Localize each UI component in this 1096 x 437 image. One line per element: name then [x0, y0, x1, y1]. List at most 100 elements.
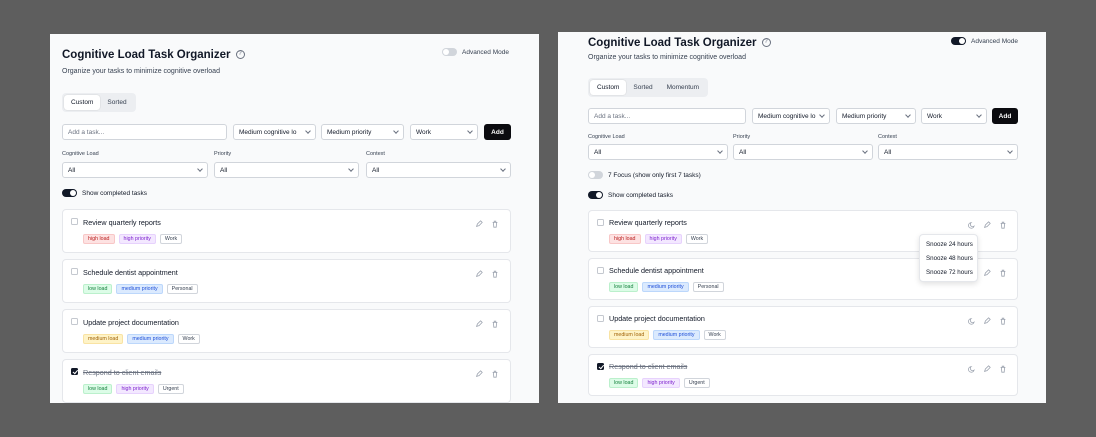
trash-icon[interactable]	[999, 317, 1007, 325]
priority-badge: high priority	[118, 234, 156, 244]
task-checkbox[interactable]	[597, 267, 604, 274]
organizer-panel-basic: Cognitive Load Task Organizer? Organize …	[50, 34, 539, 403]
filter-context-label: Context	[366, 151, 385, 157]
context-badge: Work	[177, 334, 200, 344]
focus-mode-toggle[interactable]	[588, 171, 603, 179]
focus-mode-label: 7 Focus (show only first 7 tasks)	[608, 171, 701, 179]
pencil-icon[interactable]	[983, 221, 991, 229]
trash-icon[interactable]	[491, 270, 499, 278]
help-icon[interactable]: ?	[235, 50, 245, 60]
trash-icon[interactable]	[999, 221, 1007, 229]
task-checkbox[interactable]	[597, 219, 604, 226]
cognitive-load-select[interactable]: Medium cognitive lo	[752, 108, 830, 124]
advanced-mode-label: Advanced Mode	[462, 48, 509, 56]
cognitive-load-select[interactable]: Medium cognitive lo	[233, 124, 316, 140]
task-card: Respond to client emails low load high p…	[588, 354, 1018, 396]
chevron-down-icon	[467, 128, 473, 134]
filter-load-select[interactable]: All	[62, 162, 208, 178]
show-completed-toggle[interactable]	[62, 189, 77, 197]
tab-custom[interactable]: Custom	[590, 80, 627, 95]
task-checkbox[interactable]	[71, 268, 78, 275]
task-checkbox[interactable]	[71, 318, 78, 325]
snooze-72h-option[interactable]: Snooze 72 hours	[920, 265, 977, 279]
chevron-down-icon	[197, 166, 203, 172]
task-title: Update project documentation	[609, 314, 705, 323]
context-badge: Personal	[166, 284, 198, 294]
context-badge: Urgent	[683, 378, 710, 388]
snooze-moon-icon[interactable]	[968, 221, 976, 229]
snooze-48h-option[interactable]: Snooze 48 hours	[920, 251, 977, 265]
snooze-moon-icon[interactable]	[968, 317, 976, 325]
page-subtitle: Organize your tasks to minimize cognitiv…	[62, 68, 220, 75]
task-input[interactable]: Add a task...	[62, 124, 227, 140]
filter-priority-label: Priority	[733, 134, 751, 140]
load-badge: medium load	[83, 334, 124, 344]
task-title: Review quarterly reports	[609, 218, 687, 227]
trash-icon[interactable]	[491, 320, 499, 328]
task-checkbox[interactable]	[597, 315, 604, 322]
snooze-24h-option[interactable]: Snooze 24 hours	[920, 237, 977, 251]
context-badge: Work	[703, 330, 726, 340]
pencil-icon[interactable]	[475, 220, 483, 228]
task-checkbox[interactable]	[597, 363, 604, 370]
filter-priority-label: Priority	[214, 151, 232, 157]
trash-icon[interactable]	[999, 269, 1007, 277]
filter-priority-select[interactable]: All	[733, 144, 873, 160]
task-checkbox[interactable]	[71, 218, 78, 225]
pencil-icon[interactable]	[983, 269, 991, 277]
pencil-icon[interactable]	[475, 320, 483, 328]
snooze-menu: Snooze 24 hours Snooze 48 hours Snooze 7…	[919, 234, 978, 282]
trash-icon[interactable]	[491, 220, 499, 228]
advanced-mode-toggle[interactable]	[442, 48, 457, 56]
pencil-icon[interactable]	[475, 270, 483, 278]
load-badge: medium load	[609, 330, 650, 340]
priority-select[interactable]: Medium priority	[836, 108, 916, 124]
context-select[interactable]: Work	[921, 108, 987, 124]
task-checkbox[interactable]	[71, 368, 78, 375]
advanced-mode-toggle-row: Advanced Mode	[442, 48, 509, 56]
pencil-icon[interactable]	[983, 365, 991, 373]
tab-momentum[interactable]: Momentum	[660, 80, 707, 95]
filter-context-select[interactable]: All	[366, 162, 511, 178]
task-input[interactable]: Add a task...	[588, 108, 746, 124]
context-select[interactable]: Work	[410, 124, 478, 140]
load-badge: low load	[83, 384, 113, 394]
pencil-icon[interactable]	[475, 370, 483, 378]
trash-icon[interactable]	[491, 370, 499, 378]
filter-context-select[interactable]: All	[878, 144, 1018, 160]
snooze-moon-icon[interactable]	[968, 365, 976, 373]
chevron-down-icon	[819, 112, 825, 118]
context-badge: Personal	[692, 282, 724, 292]
filter-priority-select[interactable]: All	[214, 162, 359, 178]
page-subtitle: Organize your tasks to minimize cognitiv…	[588, 54, 746, 61]
add-task-button[interactable]: Add	[484, 124, 511, 140]
chevron-down-icon	[500, 166, 506, 172]
show-completed-toggle[interactable]	[588, 191, 603, 199]
chevron-down-icon	[717, 148, 723, 154]
task-title: Schedule dentist appointment	[609, 266, 704, 275]
advanced-mode-toggle[interactable]	[951, 37, 966, 45]
task-card: Schedule dentist appointment low load me…	[62, 259, 511, 303]
tab-sorted[interactable]: Sorted	[626, 80, 659, 95]
help-icon[interactable]: ?	[761, 38, 771, 48]
priority-badge: high priority	[644, 234, 682, 244]
tab-sorted[interactable]: Sorted	[100, 95, 133, 110]
pencil-icon[interactable]	[983, 317, 991, 325]
page-title: Cognitive Load Task Organizer?	[62, 49, 245, 61]
priority-badge: medium priority	[127, 334, 174, 344]
task-title: Schedule dentist appointment	[83, 268, 178, 277]
context-badge: Work	[159, 234, 183, 244]
add-task-button[interactable]: Add	[992, 108, 1018, 124]
show-completed-row: Show completed tasks	[588, 191, 673, 199]
priority-select[interactable]: Medium priority	[321, 124, 404, 140]
trash-icon[interactable]	[999, 365, 1007, 373]
filter-context-label: Context	[878, 134, 897, 140]
tab-custom[interactable]: Custom	[64, 95, 101, 110]
advanced-mode-toggle-row: Advanced Mode	[951, 37, 1018, 45]
page-title: Cognitive Load Task Organizer?	[588, 37, 771, 49]
load-badge: high load	[83, 234, 115, 244]
task-card: Respond to client emails low load high p…	[62, 359, 511, 403]
chevron-down-icon	[976, 112, 982, 118]
filter-load-select[interactable]: All	[588, 144, 728, 160]
filter-load-label: Cognitive Load	[588, 134, 625, 140]
